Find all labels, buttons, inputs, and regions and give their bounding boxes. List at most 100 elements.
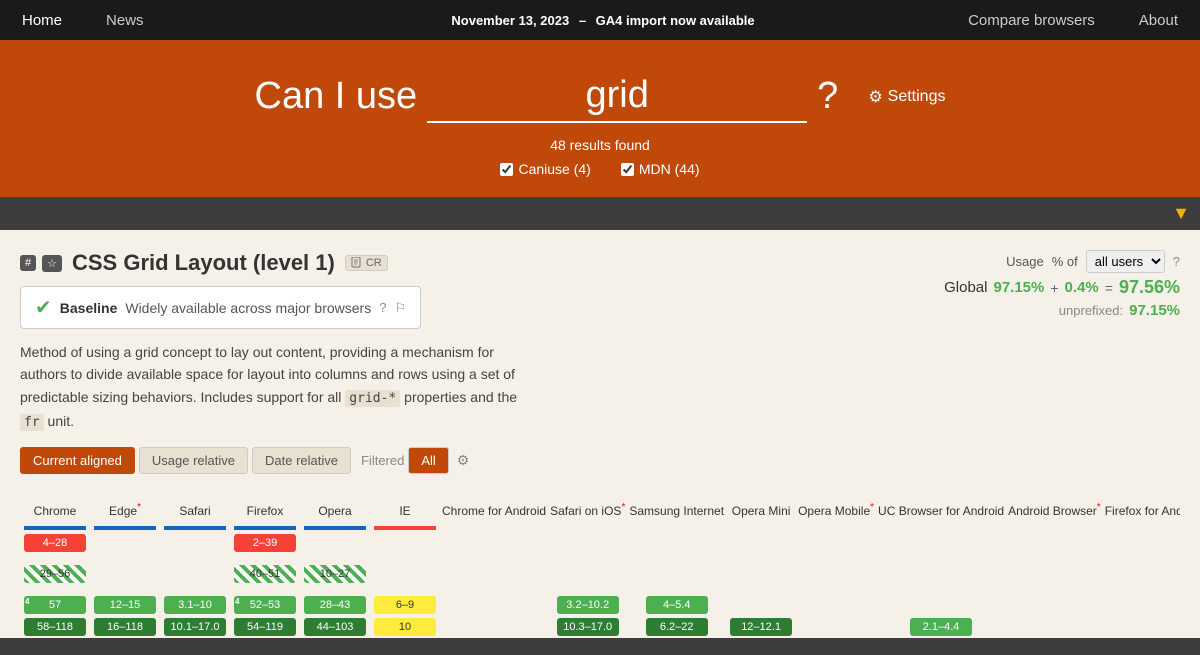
feature-title: CSS Grid Layout (level 1) [72,250,335,276]
version-cell[interactable]: 40–51 [234,565,296,583]
doc-icon [351,257,363,269]
global-plus: + [1050,280,1058,296]
code-grid: grid-* [345,390,400,407]
filter-mdn-checkbox[interactable] [621,163,634,176]
version-cell[interactable]: 29–56 [24,565,86,583]
settings-button[interactable]: ⚙ Settings [868,87,945,107]
th-opera-mobile: Opera Mobile* [796,498,876,524]
th-opera: Opera [300,498,370,524]
version-cell[interactable]: 10–27 [304,565,366,583]
baseline-flag-icon[interactable]: ⚐ [394,300,406,316]
version-cell[interactable]: 54–119 [234,618,296,636]
version-cell[interactable]: 3.1–10 [164,596,226,614]
version-cell[interactable]: 12–15 [94,596,156,614]
star-icon[interactable]: ☆ [42,255,62,272]
gear-icon: ⚙ [868,87,882,107]
version-cell[interactable]: 44–103 [304,618,366,636]
opera-mini-label: Opera Mini [732,504,791,518]
feature-header: # ☆ CSS Grid Layout (level 1) CR ✔ [20,250,1180,484]
global-equals: = [1105,280,1113,296]
version-cell[interactable]: 457 [24,596,86,614]
nav-compare[interactable]: Compare browsers [946,0,1117,40]
main-content: # ☆ CSS Grid Layout (level 1) CR ✔ [0,230,1200,638]
hero-search-row: Can I use ? ⚙ Settings [20,70,1180,123]
hero-suffix: ? [817,75,838,118]
feature-description: Method of using a grid concept to lay ou… [20,341,520,433]
version-cell [164,565,226,587]
tab-date-relative[interactable]: Date relative [252,447,351,474]
tab-current-aligned[interactable]: Current aligned [20,447,135,474]
baseline-check-icon: ✔ [35,295,52,320]
th-firefox: Firefox [230,498,300,524]
edge-label: Edge* [109,502,141,518]
th-opera-mini: Opera Mini [726,498,796,524]
table-row: 457 12–15 3.1–10 452–53 28–43 6–9 3.2–10… [20,594,1180,616]
search-input[interactable] [427,70,807,123]
uc-browser-label: UC Browser for Android [878,504,1004,518]
version-cell[interactable]: 4–28 [24,534,86,552]
nav-home[interactable]: Home [0,0,84,40]
desc-text2: properties and the [404,389,517,405]
usage-global-row: Global 97.15% + 0.4% = 97.56% [860,277,1180,298]
version-cell [164,534,226,556]
ie-label: IE [399,504,410,518]
version-cell [304,534,366,556]
version-cell[interactable]: 10.3–17.0 [557,618,619,636]
browser-table: Chrome Edge* Safari [20,498,1180,638]
th-ie: IE [370,498,440,524]
filter-mdn-label: MDN (44) [639,161,700,177]
version-cell[interactable]: 16–118 [94,618,156,636]
version-cell[interactable]: 12–12.1 [730,618,792,636]
users-select[interactable]: all users [1086,250,1165,273]
th-firefox-android: Firefox for Android [1103,498,1180,524]
th-safari: Safari [160,498,230,524]
global-pct: 97.15% [993,279,1044,296]
version-cell[interactable]: 2–39 [234,534,296,552]
safari-label: Safari [179,504,210,518]
nav-announcement: November 13, 2023 – GA4 import now avail… [445,13,754,28]
opera-mobile-label: Opera Mobile* [798,502,874,518]
version-cell[interactable]: 4–5.4 [646,596,708,614]
version-cell[interactable]: 10.1–17.0 [164,618,226,636]
usage-unprefixed-row: unprefixed: 97.15% [860,302,1180,319]
usage-question-icon[interactable]: ? [1173,254,1180,269]
th-chrome: Chrome [20,498,90,524]
browser-sep-row [20,524,1180,532]
tab-all[interactable]: All [408,447,448,474]
nav-news[interactable]: News [84,0,166,40]
navbar: Home News November 13, 2023 – GA4 import… [0,0,1200,40]
filter-mdn[interactable]: MDN (44) [621,161,700,177]
results-count: 48 results found [20,137,1180,153]
filter-icon[interactable]: ▼ [1172,203,1190,224]
baseline-info-icon[interactable]: ? [379,300,386,315]
version-cell[interactable]: 28–43 [304,596,366,614]
version-cell[interactable]: 3.2–10.2 [557,596,619,614]
tab-gear-icon[interactable]: ⚙ [457,452,470,469]
browser-table-body: 4–28 2–39 29–56 40–51 10–27 [20,532,1180,638]
filtered-label: Filtered [361,453,404,468]
nav-about[interactable]: About [1117,0,1200,40]
version-cell[interactable]: 58–118 [24,618,86,636]
filter-caniuse-label: Caniuse (4) [518,161,590,177]
tab-usage-relative[interactable]: Usage relative [139,447,248,474]
global-label: Global [944,279,987,296]
version-cell[interactable]: 452–53 [234,596,296,614]
baseline-text: Widely available across major browsers [125,300,371,316]
version-cell[interactable]: 10 [374,618,436,636]
version-cell[interactable]: 6–9 [374,596,436,614]
usage-panel: Usage % of all users ? Global 97.15% + 0… [860,250,1180,319]
anchor-icon[interactable]: # [20,255,36,271]
filter-caniuse-checkbox[interactable] [500,163,513,176]
nav-left: Home News [0,0,166,40]
table-row: 4–28 2–39 [20,532,1180,563]
version-cell [374,565,436,587]
hero-prefix: Can I use [255,75,418,118]
filter-caniuse[interactable]: Caniuse (4) [500,161,590,177]
version-cell [374,534,436,556]
version-cell[interactable]: 6.2–22 [646,618,708,636]
version-cell[interactable]: 2.1–4.4 [910,618,972,636]
chrome-android-label: Chrome for Android [442,504,546,518]
feature-left: # ☆ CSS Grid Layout (level 1) CR ✔ [20,250,520,484]
th-uc-browser: UC Browser for Android [876,498,1006,524]
hero-filters: Caniuse (4) MDN (44) [20,161,1180,177]
